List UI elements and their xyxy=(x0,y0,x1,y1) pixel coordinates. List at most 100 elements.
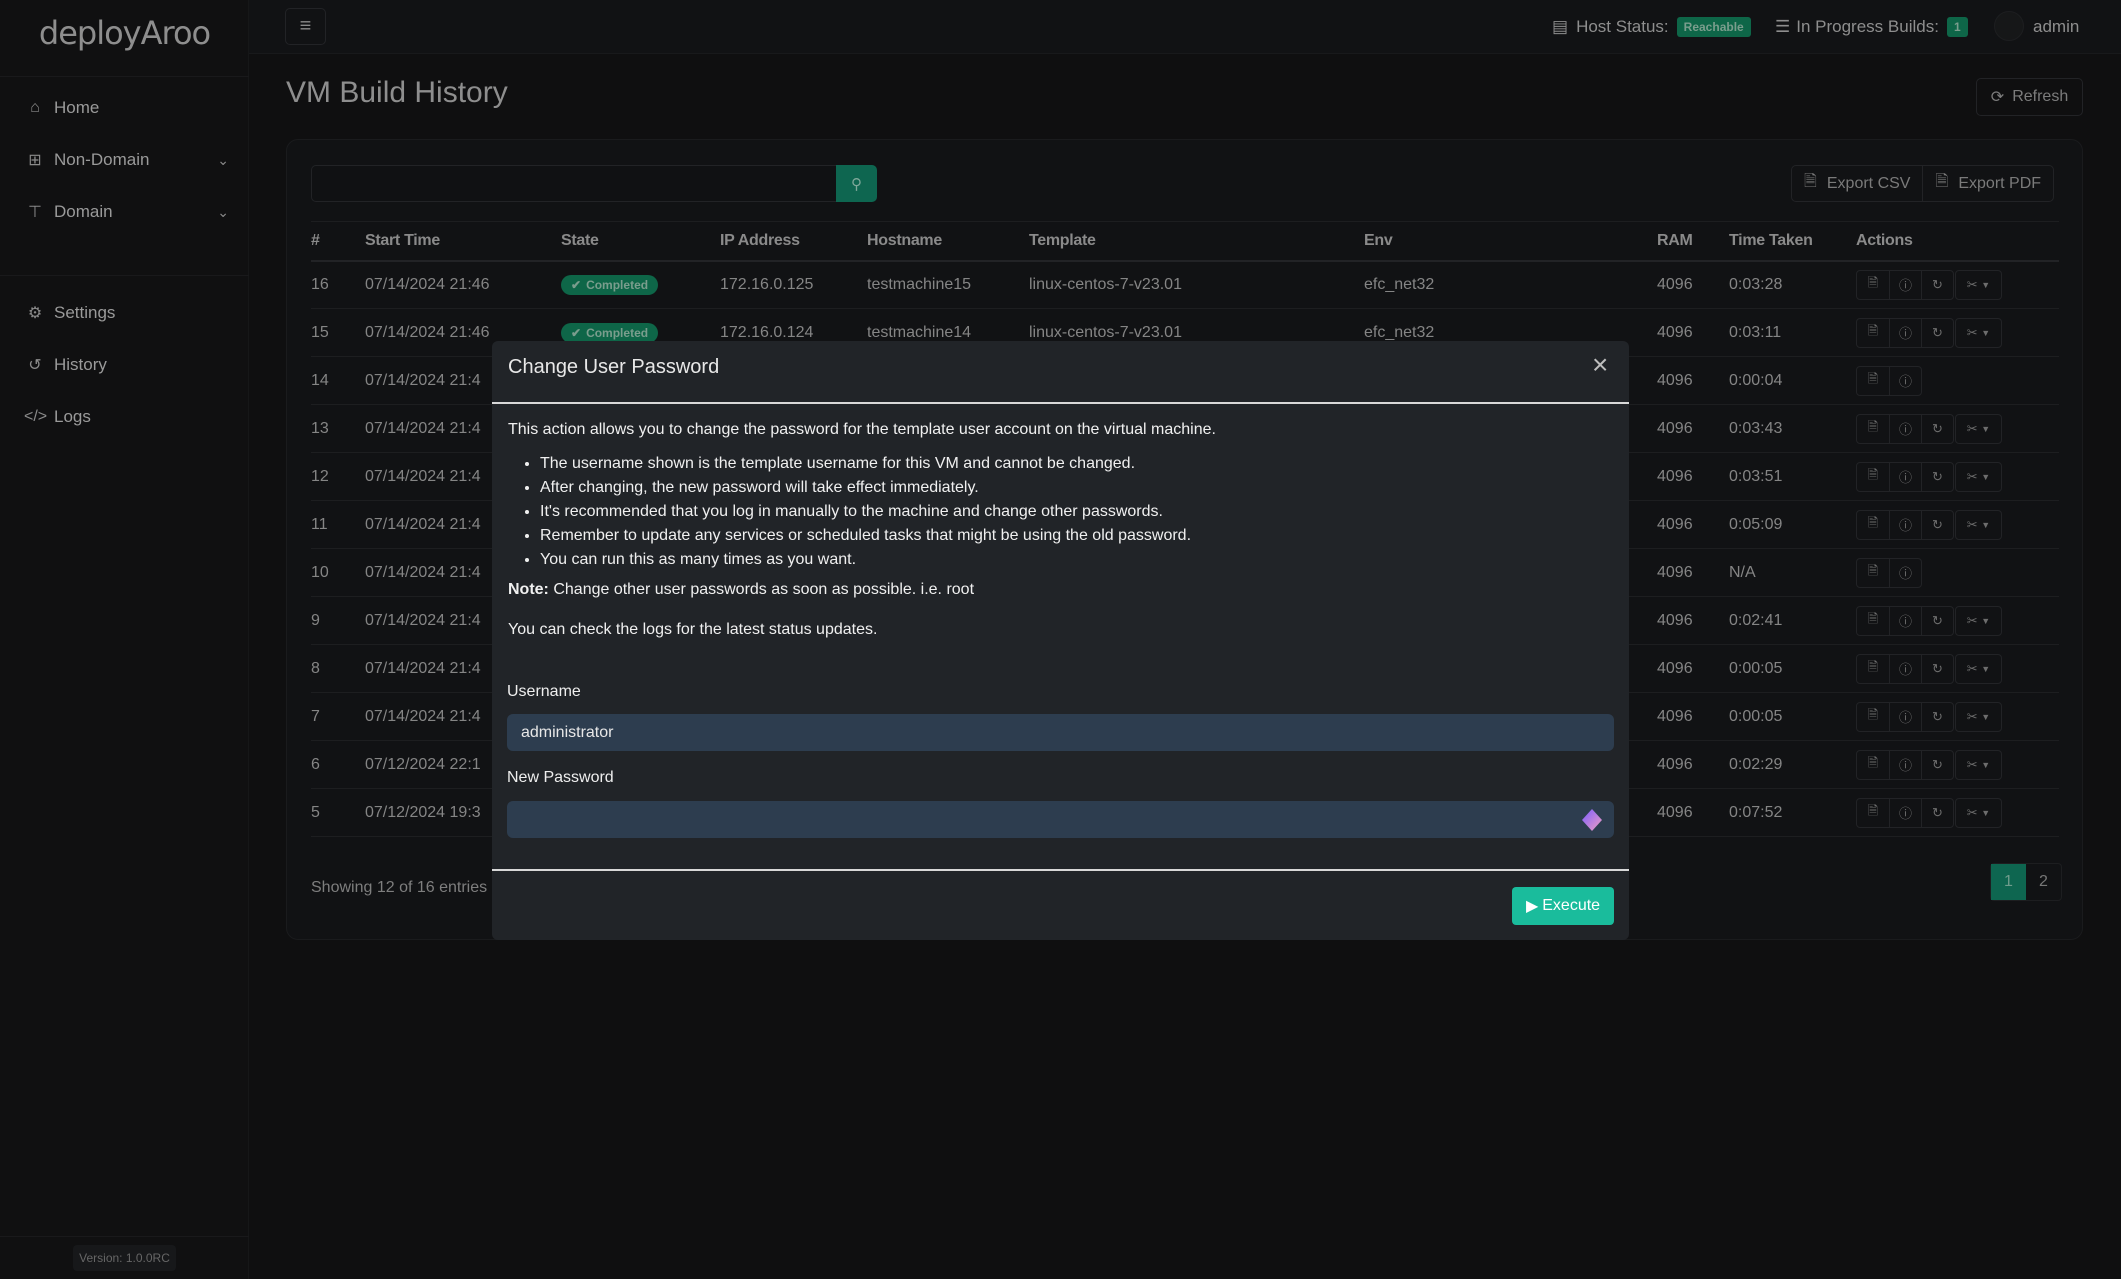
view-log-button[interactable]: 🗎 xyxy=(1857,271,1889,299)
info-button[interactable]: ⓘ xyxy=(1889,654,1921,683)
column-header-start-time[interactable]: Start Time xyxy=(365,221,561,262)
tools-dropdown-button[interactable]: ✂ ▼ xyxy=(1955,701,2002,732)
cell-ram: 4096 xyxy=(1657,260,1729,309)
info-button[interactable]: ⓘ xyxy=(1889,702,1921,731)
action-button-group: 🗎 ⓘ xyxy=(1856,557,1922,588)
avatar[interactable] xyxy=(1994,11,2024,41)
sidebar-item-label: Domain xyxy=(54,202,113,221)
network-icon: ⊞ xyxy=(28,152,42,169)
close-icon[interactable]: × xyxy=(1592,351,1608,379)
tools-dropdown-button[interactable]: ✂ ▼ xyxy=(1955,461,2002,492)
rebuild-button[interactable]: ↻ xyxy=(1921,750,1953,779)
tools-dropdown-button[interactable]: ✂ ▼ xyxy=(1955,749,2002,780)
in-progress-builds[interactable]: ☰ In Progress Builds: 1 xyxy=(1775,14,1968,40)
tools-icon: ✂ xyxy=(1966,612,1978,628)
column-header-actions[interactable]: Actions xyxy=(1856,221,2059,262)
modal-header-divider xyxy=(492,402,1629,404)
sidebar-item-history[interactable]: ↺ History xyxy=(24,350,229,380)
info-button[interactable]: ⓘ xyxy=(1889,366,1921,395)
menu-toggle-button[interactable]: ≡ xyxy=(285,8,326,45)
cell-id: 7 xyxy=(311,692,365,741)
view-log-button[interactable]: 🗎 xyxy=(1857,751,1889,779)
info-button[interactable]: ⓘ xyxy=(1889,510,1921,539)
view-log-button[interactable]: 🗎 xyxy=(1857,463,1889,491)
sidebar-item-label: History xyxy=(54,355,107,374)
new-password-field[interactable] xyxy=(507,801,1614,838)
view-log-button[interactable]: 🗎 xyxy=(1857,655,1889,683)
cell-id: 16 xyxy=(311,260,365,309)
hamburger-icon: ≡ xyxy=(299,15,312,37)
refresh-button[interactable]: ⟳ Refresh xyxy=(1976,78,2083,116)
logo[interactable]: deployAroo xyxy=(0,14,249,52)
export-csv-button[interactable]: 🗎 Export CSV xyxy=(1792,166,1922,201)
info-button[interactable]: ⓘ xyxy=(1889,798,1921,827)
view-log-button[interactable]: 🗎 xyxy=(1857,703,1889,731)
rebuild-button[interactable]: ↻ xyxy=(1921,270,1953,299)
tools-dropdown-button[interactable]: ✂ ▼ xyxy=(1955,605,2002,636)
rebuild-button[interactable]: ↻ xyxy=(1921,702,1953,731)
sidebar-item-logs[interactable]: </> Logs xyxy=(24,402,229,432)
search-button[interactable]: ⚲ xyxy=(836,165,877,202)
column-header-state[interactable]: State xyxy=(561,221,720,262)
sidebar-item-home[interactable]: ⌂ Home xyxy=(24,93,229,123)
tools-dropdown-button[interactable]: ✂ ▼ xyxy=(1955,269,2002,300)
column-header-env[interactable]: Env xyxy=(1364,221,1657,262)
cell-time-taken: 0:05:09 xyxy=(1729,500,1856,549)
column-header-template[interactable]: Template xyxy=(1029,221,1364,262)
tools-icon: ✂ xyxy=(1966,756,1978,772)
tools-dropdown-button[interactable]: ✂ ▼ xyxy=(1955,413,2002,444)
column-header-id[interactable]: # xyxy=(311,221,365,262)
cell-time-taken: 0:03:28 xyxy=(1729,260,1856,309)
rebuild-button[interactable]: ↻ xyxy=(1921,414,1953,443)
execute-button[interactable]: ▶ Execute xyxy=(1512,887,1614,925)
tools-dropdown-button[interactable]: ✂ ▼ xyxy=(1955,653,2002,684)
view-log-button[interactable]: 🗎 xyxy=(1857,319,1889,347)
view-log-button[interactable]: 🗎 xyxy=(1857,367,1889,395)
action-button-group: 🗎 ⓘ ↻ xyxy=(1856,509,1954,540)
rebuild-button[interactable]: ↻ xyxy=(1921,654,1953,683)
sidebar-item-non-domain[interactable]: ⊞ Non-Domain ⌄ xyxy=(24,145,229,175)
info-button[interactable]: ⓘ xyxy=(1889,558,1921,587)
column-header-ip-address[interactable]: IP Address xyxy=(720,221,867,262)
info-button[interactable]: ⓘ xyxy=(1889,462,1921,491)
info-button[interactable]: ⓘ xyxy=(1889,318,1921,347)
column-header-time-taken[interactable]: Time Taken xyxy=(1729,221,1856,262)
action-button-group: 🗎 ⓘ ↻ xyxy=(1856,269,1954,300)
csv-file-icon: 🗎 xyxy=(1804,173,1817,190)
search-input[interactable] xyxy=(311,165,836,202)
rebuild-button[interactable]: ↻ xyxy=(1921,606,1953,635)
tools-icon: ✂ xyxy=(1966,276,1978,292)
info-button[interactable]: ⓘ xyxy=(1889,750,1921,779)
info-button[interactable]: ⓘ xyxy=(1889,270,1921,299)
execute-label: Execute xyxy=(1542,897,1601,914)
view-log-button[interactable]: 🗎 xyxy=(1857,607,1889,635)
tools-dropdown-button[interactable]: ✂ ▼ xyxy=(1955,317,2002,348)
page-2-button[interactable]: 2 xyxy=(2026,864,2061,900)
sidebar-item-settings[interactable]: ⚙ Settings xyxy=(24,298,229,328)
cell-time-taken: N/A xyxy=(1729,548,1856,597)
rebuild-button[interactable]: ↻ xyxy=(1921,510,1953,539)
password-manager-icon[interactable] xyxy=(1579,807,1605,833)
info-button[interactable]: ⓘ xyxy=(1889,606,1921,635)
note-text: Change other user passwords as soon as p… xyxy=(548,581,975,598)
column-header-hostname[interactable]: Hostname xyxy=(867,221,1029,262)
tools-dropdown-button[interactable]: ✂ ▼ xyxy=(1955,797,2002,828)
info-button[interactable]: ⓘ xyxy=(1889,414,1921,443)
column-header-ram[interactable]: RAM xyxy=(1657,221,1729,262)
sidebar-item-domain[interactable]: ⊤ Domain ⌄ xyxy=(24,197,229,227)
view-log-button[interactable]: 🗎 xyxy=(1857,559,1889,587)
view-log-button[interactable]: 🗎 xyxy=(1857,799,1889,827)
view-log-button[interactable]: 🗎 xyxy=(1857,511,1889,539)
cell-time-taken: 0:03:51 xyxy=(1729,452,1856,501)
export-pdf-button[interactable]: 🗎 Export PDF xyxy=(1922,166,2053,201)
username-field[interactable]: administrator xyxy=(507,714,1614,751)
view-log-button[interactable]: 🗎 xyxy=(1857,415,1889,443)
user-menu[interactable]: admin xyxy=(2033,14,2079,40)
rebuild-button[interactable]: ↻ xyxy=(1921,318,1953,347)
rebuild-button[interactable]: ↻ xyxy=(1921,462,1953,491)
host-status-label: Host Status: xyxy=(1576,17,1669,36)
rebuild-button[interactable]: ↻ xyxy=(1921,798,1953,827)
host-status: ▤ Host Status: Reachable xyxy=(1552,14,1751,40)
tools-dropdown-button[interactable]: ✂ ▼ xyxy=(1955,509,2002,540)
page-1-button[interactable]: 1 xyxy=(1991,864,2026,900)
